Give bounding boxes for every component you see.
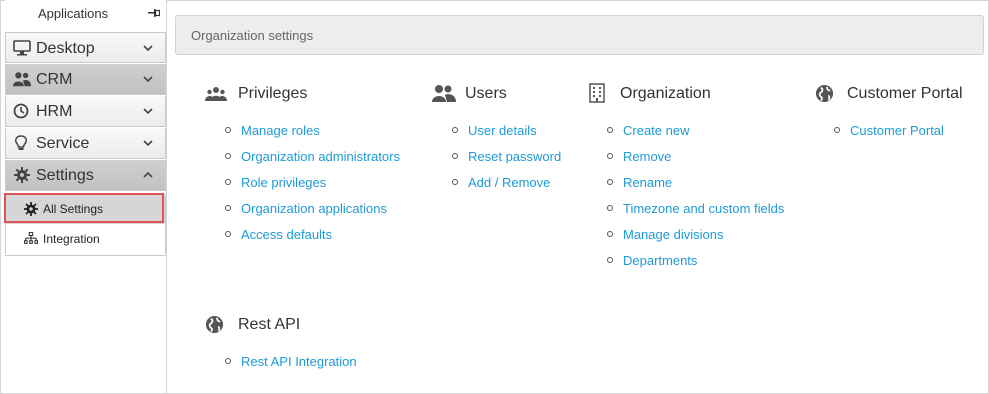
list-item: Rest API Integration <box>225 353 357 379</box>
list-item: Remove <box>606 148 784 174</box>
list-item: Create new <box>606 122 784 148</box>
globe-icon <box>815 84 834 103</box>
role-privileges-link[interactable]: Role privileges <box>241 175 326 190</box>
reset-password-link[interactable]: Reset password <box>468 149 561 164</box>
users-icon <box>432 85 456 102</box>
sidebar-item-settings[interactable]: Settings <box>5 160 166 191</box>
list-item: Timezone and custom fields <box>606 200 784 226</box>
list-item: Access defaults <box>225 226 400 252</box>
users-icon <box>13 72 31 87</box>
manage-roles-link[interactable]: Manage roles <box>241 123 320 138</box>
lightbulb-icon <box>15 135 27 150</box>
list-item: Rename <box>606 174 784 200</box>
manage-divisions-link[interactable]: Manage divisions <box>623 227 723 242</box>
list-item: Manage roles <box>225 122 400 148</box>
remove-link[interactable]: Remove <box>623 149 671 164</box>
list-item: Add / Remove <box>451 174 561 200</box>
sidebar-item-label: CRM <box>36 71 73 88</box>
list-item: Customer Portal <box>834 122 944 148</box>
departments-link[interactable]: Departments <box>623 253 697 268</box>
monitor-icon <box>13 40 31 56</box>
organization-applications-link[interactable]: Organization applications <box>241 201 387 216</box>
list-item: User details <box>451 122 561 148</box>
sidebar-item-label: Settings <box>36 167 94 184</box>
sitemap-icon <box>24 232 38 244</box>
link-list: User details Reset password Add / Remove <box>451 122 561 200</box>
sidebar-item-service[interactable]: Service <box>5 128 166 159</box>
vertical-divider <box>166 0 167 394</box>
list-item: Organization administrators <box>225 148 400 174</box>
pin-icon[interactable] <box>148 7 160 19</box>
list-item: Organization applications <box>225 200 400 226</box>
link-list: Rest API Integration <box>225 353 357 379</box>
building-icon <box>589 83 605 103</box>
customer-portal-link[interactable]: Customer Portal <box>850 123 944 138</box>
chevron-down-icon <box>143 45 153 52</box>
section-title: Users <box>465 85 507 102</box>
user-details-link[interactable]: User details <box>468 123 537 138</box>
list-item: Departments <box>606 252 784 278</box>
sidebar-item-desktop[interactable]: Desktop <box>5 32 166 63</box>
sidebar-item-hrm[interactable]: HRM <box>5 96 166 127</box>
section-title: Privileges <box>238 85 308 102</box>
rename-link[interactable]: Rename <box>623 175 672 190</box>
chevron-down-icon <box>143 76 153 83</box>
access-defaults-link[interactable]: Access defaults <box>241 227 332 242</box>
link-list: Customer Portal <box>834 122 944 148</box>
list-item: Reset password <box>451 148 561 174</box>
timezone-custom-fields-link[interactable]: Timezone and custom fields <box>623 201 784 216</box>
sidebar-subitem-integration[interactable]: Integration <box>5 224 166 254</box>
sidebar-item-crm[interactable]: CRM <box>5 64 166 95</box>
add-remove-link[interactable]: Add / Remove <box>468 175 550 190</box>
page-title: Organization settings <box>191 28 314 43</box>
organization-administrators-link[interactable]: Organization administrators <box>241 149 400 164</box>
sidebar-subitem-label: Integration <box>43 232 100 246</box>
link-list: Manage roles Organization administrators… <box>225 122 400 252</box>
rest-api-integration-link[interactable]: Rest API Integration <box>241 354 357 369</box>
sidebar-item-label: Service <box>36 135 90 152</box>
breadcrumb: Organization settings <box>175 15 984 55</box>
link-list: Create new Remove Rename Timezone and cu… <box>606 122 784 278</box>
section-title: Organization <box>620 85 711 102</box>
chevron-down-icon <box>143 140 153 147</box>
clock-icon <box>13 103 29 119</box>
section-title: Rest API <box>238 316 301 333</box>
globe-icon <box>205 315 224 334</box>
sidebar-divider <box>5 255 166 256</box>
sidebar-header: Applications <box>5 0 166 30</box>
list-item: Manage divisions <box>606 226 784 252</box>
group-icon <box>205 87 227 101</box>
sidebar-title: Applications <box>38 6 109 21</box>
sidebar-item-label: HRM <box>36 103 73 120</box>
chevron-down-icon <box>143 108 153 115</box>
selection-highlight <box>4 193 164 223</box>
list-item: Role privileges <box>225 174 400 200</box>
sidebar-item-label: Desktop <box>36 40 95 57</box>
chevron-up-icon <box>143 171 153 178</box>
gear-icon <box>14 167 30 183</box>
section-title: Customer Portal <box>847 85 963 102</box>
create-new-link[interactable]: Create new <box>623 123 689 138</box>
